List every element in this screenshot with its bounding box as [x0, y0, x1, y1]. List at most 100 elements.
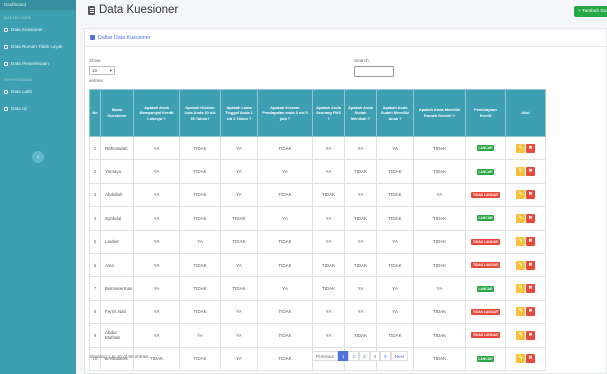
answer-cell: YA [312, 206, 345, 231]
table-header-cell[interactable]: Apakah Anda Seorang PNS ? [312, 89, 345, 137]
row-number: 7 [89, 276, 101, 301]
delete-button[interactable]: ✖ [526, 284, 535, 294]
table-header-cell[interactable]: No [89, 89, 101, 137]
sidebar-item-data-uji[interactable]: Data Uji [0, 100, 76, 117]
answer-cell: YA [133, 252, 180, 278]
sidebar-toggle-button[interactable]: ‹ [32, 151, 44, 163]
delete-button[interactable]: ✖ [526, 190, 535, 200]
delete-button[interactable]: ✖ [526, 330, 535, 340]
table-header-cell[interactable]: Apakah Anda Sudah Memiliki Anak ? [376, 89, 414, 137]
edit-button[interactable]: ✎ [516, 284, 525, 294]
sidebar-item-data-kuesioner[interactable]: Data Kuesioner [0, 21, 76, 38]
answer-cell: YA [257, 159, 313, 184]
file-icon [4, 61, 8, 66]
pagination-page[interactable]: 2 [348, 351, 359, 361]
row-number: 6 [89, 252, 101, 278]
table-row: 9 Abdul Muthab YA YA YA TIDAK YA TIDAK TIDAK TIDA… [89, 323, 546, 348]
answer-cell: YA [220, 299, 258, 325]
answer-cell: YA [179, 229, 221, 254]
sidebar: Dashboard MASTER DATA Data Kuesioner Dat… [0, 0, 76, 374]
respondent-name: Abdul Muthab [100, 323, 134, 348]
edit-button[interactable]: ✎ [516, 143, 525, 153]
edit-button[interactable]: ✎ [516, 330, 525, 340]
entries-label: entries [89, 78, 103, 83]
search-input[interactable] [354, 66, 394, 77]
answer-cell: YA [344, 276, 377, 301]
table-row: 4 Syahdul YA TIDAK TIDAK YA YA TIDAK TIDAK TIDAK L… [89, 206, 546, 231]
row-actions: ✎ ✖ [516, 330, 535, 340]
answer-cell: TIDAK [257, 299, 313, 325]
row-actions: ✎ ✖ [516, 167, 535, 177]
sidebar-item-data-latih[interactable]: Data Latih [0, 83, 76, 100]
sidebar-item-dashboard[interactable]: Dashboard [0, 0, 76, 10]
actions-cell: ✎ ✖ [505, 135, 546, 161]
chevron-down-icon: ▾ [109, 67, 112, 73]
answer-cell: TIDAK [312, 252, 345, 278]
answer-cell: TIDAK [413, 346, 466, 371]
add-data-button[interactable]: + Tambah Data [574, 6, 607, 17]
answer-cell: YA [220, 252, 258, 278]
table-header-cell[interactable]: Apakah Anda Sudah Menikah ? [344, 89, 377, 137]
credit-status-cell: TIDAK LANCAR [465, 323, 506, 348]
table-header-cell[interactable]: Apakah Anda Memiliki Rumah Sendiri ? [413, 89, 466, 137]
sidebar-item-data-rumah[interactable]: Data Rumah Tidak Layak [0, 38, 76, 55]
table-row: 7 Bismaserman YA TIDAK TIDAK YA TIDAK YA YA YA LAN… [89, 276, 546, 301]
respondent-name: Yamayo [100, 159, 134, 184]
edit-button[interactable]: ✎ [516, 190, 525, 200]
table-header-cell[interactable]: Pembiayaan Kredit [465, 89, 506, 137]
answer-cell: TIDAK [179, 299, 221, 325]
pagination-page[interactable]: 4 [369, 351, 381, 361]
edit-button[interactable]: ✎ [516, 307, 525, 317]
answer-cell: YA [344, 182, 377, 208]
credit-status-cell: TIDAK LANCAR [465, 229, 506, 254]
pagination-page[interactable]: 3 [359, 351, 370, 361]
table-row: 5 Leuber YA YA TIDAK TIDAK YA YA YA TIDAK TIDAK LA… [89, 229, 546, 254]
edit-button[interactable]: ✎ [516, 167, 525, 177]
pagination: Previous 1 2 3 4 5 Next [312, 351, 409, 361]
sidebar-item-label: Dashboard [4, 2, 27, 7]
delete-button[interactable]: ✖ [526, 260, 535, 270]
table-header-cell[interactable]: Apakah Kisaran Pendapatan anda 3 s/d 5 j… [257, 89, 313, 137]
sidebar-item-label: Data Pemeriksaan [11, 61, 49, 66]
edit-button[interactable]: ✎ [516, 213, 525, 223]
delete-button[interactable]: ✖ [526, 237, 535, 247]
delete-button[interactable]: ✖ [526, 307, 535, 317]
entries-select[interactable]: 10 ▾ [89, 66, 115, 75]
credit-status-cell: LANCAR [465, 135, 506, 161]
delete-button[interactable]: ✖ [526, 354, 535, 364]
sidebar-item-data-pemeriksaan[interactable]: Data Pemeriksaan [0, 55, 76, 72]
row-number: 8 [89, 299, 101, 325]
home-icon [4, 44, 8, 49]
table-header-cell[interactable]: Nama Kuesioner [100, 89, 134, 137]
answer-cell: YA [220, 182, 258, 208]
table-header-cell[interactable]: Apakah Lama Tinggal Anda 1 s/d 2 Tahun ? [220, 89, 258, 137]
answer-cell: TIDAK [413, 135, 466, 161]
show-label: Show [89, 58, 101, 63]
table-header-cell[interactable]: Aksi [505, 89, 546, 137]
document-icon [88, 5, 95, 15]
delete-button[interactable]: ✖ [526, 167, 535, 177]
table-row: 1 Rahmawati YA TIDAK YA TIDAK YA YA YA TIDAK LANCA… [89, 135, 546, 161]
data-card: Daftar Data Kuesioner Show 10 ▾ entries … [84, 28, 607, 374]
answer-cell: TIDAK [257, 182, 313, 208]
table-icon [90, 35, 95, 40]
answer-cell: YA [220, 346, 258, 371]
answer-cell: TIDAK [413, 206, 466, 231]
delete-button[interactable]: ✖ [526, 143, 535, 153]
edit-button[interactable]: ✎ [516, 260, 525, 270]
respondent-name: Bismaserman [100, 276, 134, 301]
answer-cell: YA [257, 276, 313, 301]
pagination-page[interactable]: 5 [380, 351, 391, 361]
status-badge: LANCAR [476, 355, 495, 362]
pagination-previous[interactable]: Previous [312, 351, 338, 361]
table-header-cell[interactable]: Apakah Anda Mempunyai Kredit Lainnya ? [133, 89, 180, 137]
pagination-next[interactable]: Next [390, 351, 409, 361]
answer-cell: TIDAK [312, 182, 345, 208]
pagination-page[interactable]: 1 [337, 351, 349, 361]
edit-button[interactable]: ✎ [516, 237, 525, 247]
delete-button[interactable]: ✖ [526, 213, 535, 223]
edit-button[interactable]: ✎ [516, 354, 525, 364]
answer-cell: TIDAK [413, 159, 466, 184]
table-header-cell[interactable]: Apakah Kisaran Usia Anda 20 s/d 35 Tahun… [179, 89, 221, 137]
answer-cell: YA [133, 323, 180, 348]
